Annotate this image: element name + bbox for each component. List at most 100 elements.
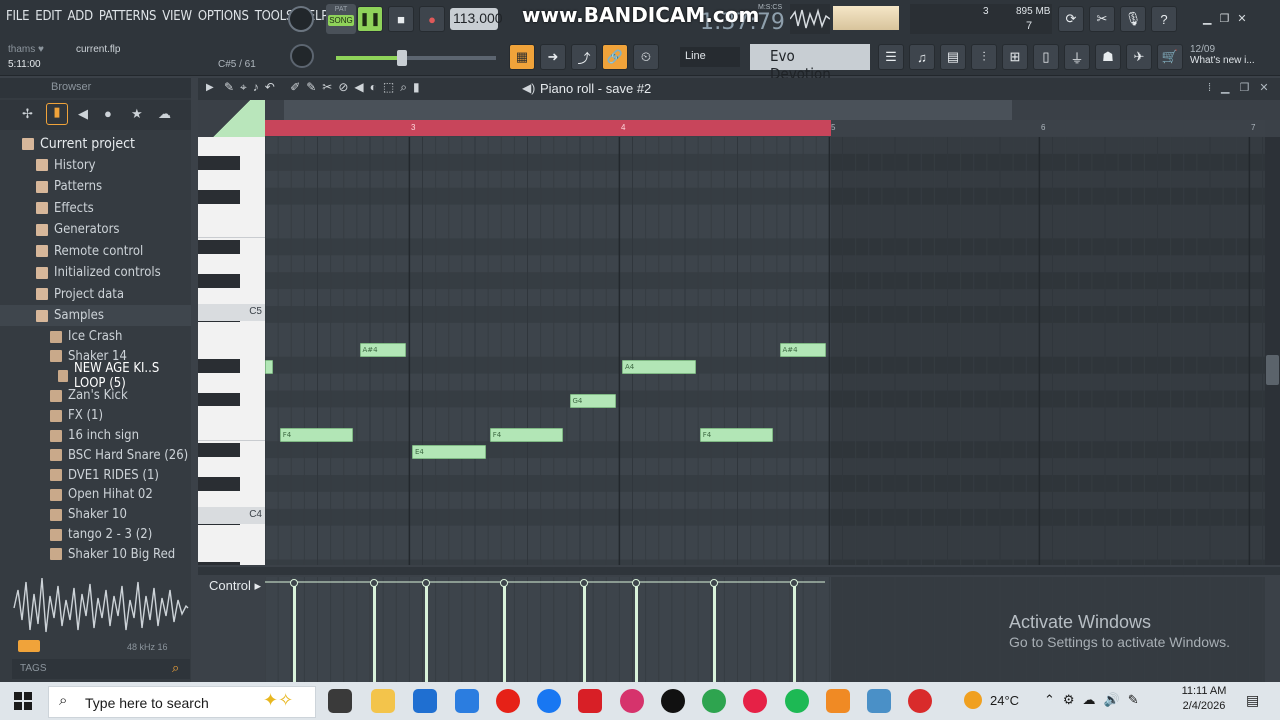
master-volume-knob[interactable] [288, 6, 314, 32]
instagram-icon[interactable] [620, 689, 644, 713]
tags-search-icon[interactable]: ⌕ [172, 660, 179, 676]
velocity-bar[interactable] [369, 579, 378, 682]
menu-edit[interactable]: EDIT [35, 9, 61, 24]
stop-button[interactable]: ■ [388, 6, 414, 32]
black-key[interactable] [198, 561, 240, 565]
store-icon[interactable] [455, 689, 479, 713]
menu-view[interactable]: VIEW [162, 9, 192, 24]
tips-button[interactable]: ✈ [1126, 44, 1152, 70]
media-player-icon[interactable] [743, 689, 767, 713]
browser-item[interactable]: Shaker 10 [0, 504, 191, 525]
browser-item[interactable]: Current project [0, 133, 191, 154]
browser-item[interactable]: NEW AGE KI..S LOOP (5) [0, 361, 191, 391]
browser-item[interactable]: Remote control [0, 241, 191, 262]
velocity-bar[interactable] [709, 579, 718, 682]
browser-item[interactable]: Zan's Kick [0, 385, 191, 406]
tempo-display[interactable]: 113.000 [450, 8, 503, 30]
master-pitch-slider[interactable] [336, 56, 496, 60]
note[interactable]: F4 [699, 427, 774, 442]
vertical-scrollbar[interactable] [1265, 137, 1280, 565]
app-icon[interactable] [867, 689, 891, 713]
facebook-icon[interactable] [537, 689, 561, 713]
fl-studio-icon[interactable] [826, 689, 850, 713]
browser-item[interactable]: Generators [0, 219, 191, 240]
black-key[interactable] [198, 392, 240, 407]
outlook-icon[interactable] [413, 689, 437, 713]
channel-rack-button[interactable]: ▤ [940, 44, 966, 70]
taskbar-search[interactable]: ⌕ Type here to search ✦✧ [48, 686, 316, 718]
snap-select[interactable]: Line [680, 47, 740, 67]
velocity-bar[interactable] [789, 579, 798, 682]
browser-tab-audio-icon[interactable]: ◀ [78, 106, 88, 122]
piano-keyboard[interactable]: C5 C4 [198, 137, 265, 565]
metronome-button[interactable]: ⏲ [633, 44, 659, 70]
mic-button[interactable]: 🎙 [1120, 6, 1146, 32]
note[interactable]: A#4 [779, 343, 826, 358]
sample-play-button[interactable] [18, 640, 40, 652]
c-key[interactable]: C5 [198, 304, 265, 321]
black-key[interactable] [198, 155, 240, 170]
file-explorer-icon[interactable] [371, 689, 395, 713]
tray-icons[interactable]: ⌃⚙☁🔊✎ [1044, 692, 1147, 708]
browser-item[interactable]: DVE1 RIDES (1) [0, 465, 191, 486]
overview-thumb[interactable] [284, 100, 1012, 120]
netflix-icon[interactable] [578, 689, 602, 713]
velocity-bar[interactable] [422, 579, 430, 682]
menu-add[interactable]: ADD [67, 9, 93, 24]
record-button[interactable]: ● [419, 6, 445, 32]
step-edit-button[interactable]: ➜ [540, 44, 566, 70]
undo-history-button[interactable]: ⟳ [1058, 6, 1084, 32]
help-button[interactable]: ? [1151, 6, 1177, 32]
note[interactable]: G4 [569, 393, 616, 408]
velocity-bar[interactable] [579, 579, 588, 682]
browser-button[interactable]: ▯ [1033, 44, 1059, 70]
note[interactable]: F4 [279, 427, 354, 442]
bandicam-icon[interactable] [908, 689, 932, 713]
youtube-icon[interactable] [496, 689, 520, 713]
vscroll-thumb[interactable] [1266, 355, 1279, 385]
menu-options[interactable]: OPTIONS [198, 9, 249, 24]
shop-button[interactable]: 🛒 [1157, 44, 1183, 70]
browser-item[interactable]: Patterns [0, 176, 191, 197]
loop-selection[interactable] [265, 120, 831, 136]
browser-item[interactable]: tango 2 - 3 (2) [0, 524, 191, 545]
note[interactable]: A4 [622, 360, 696, 375]
velocity-bar[interactable] [499, 579, 508, 682]
touch-keyboard-button[interactable]: ☗ [1095, 44, 1121, 70]
pr-tools-icons[interactable]: ✎⌖♪↶ ✐✎✂⊘◀◐⬚⌕▮ [224, 80, 426, 95]
browser-item[interactable]: BSC Hard Snare (26) [0, 445, 191, 466]
browser-tab-project-icon[interactable]: ▮ [46, 103, 68, 125]
browser-item[interactable]: Ice Crash [0, 326, 191, 347]
black-key[interactable] [198, 274, 240, 289]
note[interactable] [265, 360, 274, 375]
wait-input-button[interactable]: ⤴ [571, 44, 597, 70]
channel-selector[interactable]: Evo Devotion [750, 44, 870, 83]
tiktok-icon[interactable] [661, 689, 685, 713]
browser-item[interactable]: Open Hihat 02 [0, 484, 191, 505]
piano-roll-button[interactable]: ♫ [909, 44, 935, 70]
menu-patterns[interactable]: PATTERNS [99, 9, 157, 24]
browser-item[interactable]: Project data [0, 284, 191, 305]
black-key[interactable] [198, 189, 240, 204]
browser-item[interactable]: Effects [0, 198, 191, 219]
chrome-icon[interactable] [702, 689, 726, 713]
note-grid[interactable]: F4 A#4 E4 F4 G4 A4 F4 A#4 [265, 137, 1265, 565]
browser-item[interactable]: Shaker 10 Big Red [0, 544, 191, 565]
browser-tab-plugins-icon[interactable]: ● [104, 106, 112, 121]
note[interactable]: E4 [412, 444, 486, 459]
loop-record-button[interactable]: 🔗 [602, 44, 628, 70]
clock[interactable]: 11:11 AM 2/4/2026 [1176, 685, 1232, 712]
master-pitch-handle[interactable] [397, 50, 407, 66]
cut-button[interactable]: ✂ [1089, 6, 1115, 32]
black-key[interactable] [198, 240, 240, 255]
black-key[interactable] [198, 358, 240, 373]
browser-item[interactable]: 16 inch sign [0, 425, 191, 446]
browser-item[interactable]: Initialized controls [0, 262, 191, 283]
black-key[interactable] [198, 443, 240, 458]
menu-file[interactable]: FILE [6, 9, 29, 24]
weather-temp[interactable]: 24°C [990, 693, 1019, 708]
control-label[interactable]: Control ▸ [209, 578, 261, 594]
task-view-icon[interactable] [328, 689, 352, 713]
note[interactable]: A#4 [359, 343, 406, 358]
velocity-bar[interactable] [632, 579, 640, 682]
